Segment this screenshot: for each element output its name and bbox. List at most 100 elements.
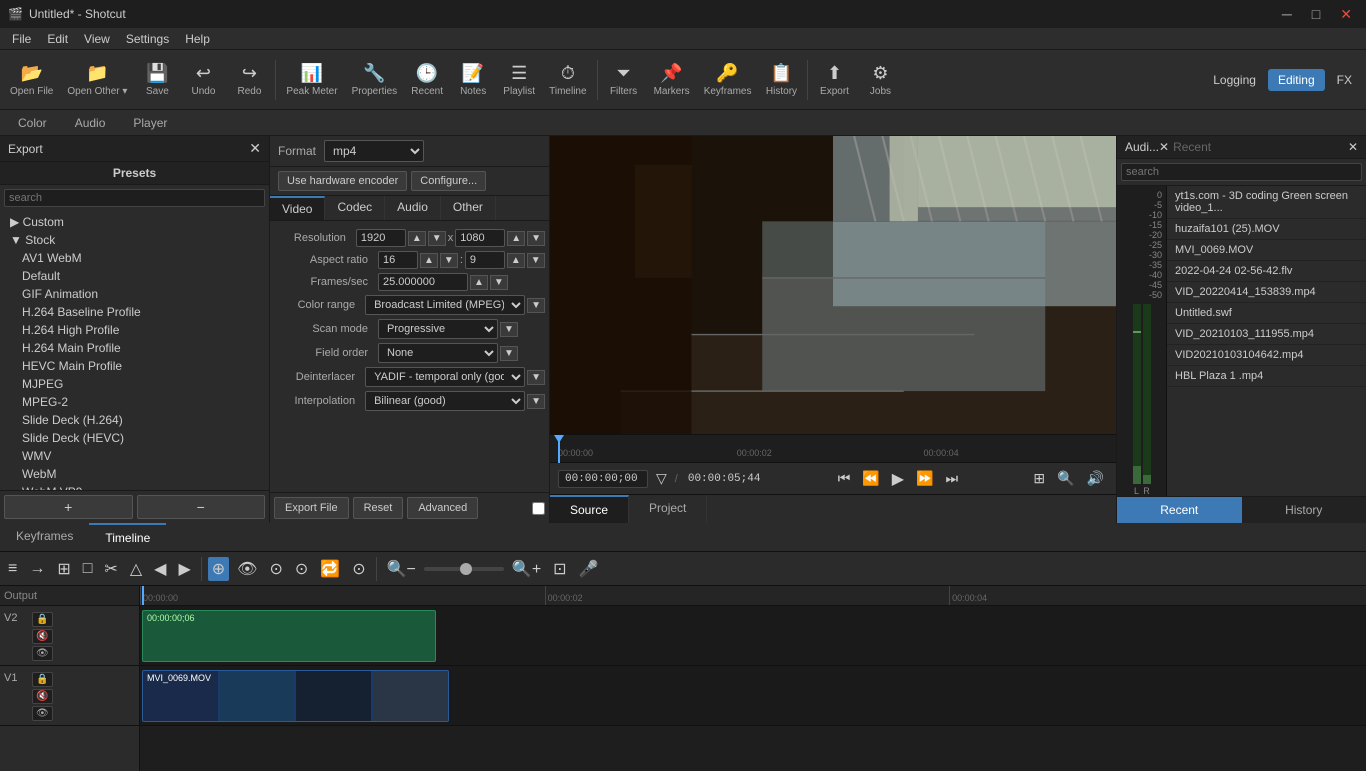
export-close-icon[interactable]: ✕	[249, 140, 261, 157]
tree-item-h264base[interactable]: H.264 Baseline Profile	[2, 303, 267, 321]
v2-clip[interactable]: 00:00:00;06	[142, 610, 436, 662]
format-select[interactable]: mp4	[324, 140, 424, 162]
tl-zoom-out-button[interactable]: 🔍−	[383, 557, 420, 581]
markers-button[interactable]: 📌 Markers	[648, 59, 696, 101]
tree-item-webm[interactable]: WebM	[2, 465, 267, 483]
recent-item-8[interactable]: HBL Plaza 1 .mp4	[1167, 366, 1366, 387]
tree-item-av1webm[interactable]: AV1 WebM	[2, 249, 267, 267]
skip-start-button[interactable]: ⏮	[834, 468, 855, 489]
scan-mode-select[interactable]: Progressive	[378, 319, 498, 339]
presets-search-input[interactable]	[4, 189, 265, 207]
timeline-tab[interactable]: Timeline	[89, 523, 166, 551]
v1-lock-button[interactable]: 🔒	[32, 672, 53, 687]
zoom-button[interactable]: 🔍	[1053, 468, 1078, 489]
skip-end-button[interactable]: ⏭	[942, 468, 963, 489]
menu-help[interactable]: Help	[177, 30, 218, 48]
timeline-button[interactable]: ⏱ Timeline	[543, 59, 592, 101]
properties-button[interactable]: 🔧 Properties	[346, 59, 404, 101]
save-button[interactable]: 💾 Save	[135, 59, 179, 101]
tab-other[interactable]: Other	[441, 196, 496, 220]
player-submode-button[interactable]: Player	[123, 114, 177, 132]
tl-post-roll-button[interactable]: ⊙	[348, 557, 369, 581]
tl-select-button[interactable]: →	[25, 558, 49, 580]
color-range-down[interactable]: ▼	[527, 298, 545, 313]
prev-frame-button[interactable]: ⏪	[858, 468, 883, 489]
tree-item-default[interactable]: Default	[2, 267, 267, 285]
recent-close-icon[interactable]: ✕	[1348, 140, 1358, 154]
recent-item-7[interactable]: VID20210103104642.mp4	[1167, 345, 1366, 366]
tl-ripple-button[interactable]: ⊙	[265, 557, 286, 581]
v2-hide-button[interactable]: 👁	[32, 646, 53, 661]
deinterlacer-select[interactable]: YADIF - temporal only (good)	[365, 367, 525, 387]
resolution-width-input[interactable]	[356, 229, 406, 247]
undo-button[interactable]: ↩ Undo	[181, 59, 225, 101]
configure-button[interactable]: Configure...	[411, 171, 486, 191]
advanced-button[interactable]: Advanced	[407, 497, 478, 519]
volume-button[interactable]: 🔊	[1083, 468, 1108, 489]
tl-zoom-in-button[interactable]: 🔍+	[508, 557, 545, 581]
tree-item-hevc[interactable]: HEVC Main Profile	[2, 357, 267, 375]
v1-mute-button[interactable]: 🔇	[32, 689, 53, 704]
tl-insert-button[interactable]: □	[79, 558, 97, 580]
v1-hide-button[interactable]: 👁	[32, 706, 53, 721]
scan-mode-down[interactable]: ▼	[500, 322, 518, 337]
jobs-button[interactable]: ⚙ Jobs	[858, 59, 902, 101]
export-button[interactable]: ⬆ Export	[812, 59, 856, 101]
aspect-w-input[interactable]	[378, 251, 418, 269]
tree-item-mpeg2[interactable]: MPEG-2	[2, 393, 267, 411]
tl-prev-button[interactable]: ◀	[150, 557, 170, 581]
open-other-button[interactable]: 📁 Open Other ▾	[61, 59, 133, 101]
fps-down[interactable]: ▼	[490, 275, 508, 290]
keyframes-button[interactable]: 🔑 Keyframes	[698, 59, 758, 101]
audio-close-icon[interactable]: ✕	[1159, 140, 1169, 154]
tl-multitrack-button[interactable]: ⊞	[53, 557, 74, 581]
playlist-button[interactable]: ☰ Playlist	[497, 59, 541, 101]
menu-settings[interactable]: Settings	[118, 30, 177, 48]
filters-button[interactable]: ⏷ Filters	[602, 59, 646, 101]
source-tab[interactable]: Source	[550, 495, 629, 523]
tree-item-webmvp9[interactable]: WebM VP9	[2, 483, 267, 490]
menu-edit[interactable]: Edit	[39, 30, 76, 48]
add-preset-button[interactable]: +	[4, 495, 133, 519]
field-order-down[interactable]: ▼	[500, 346, 518, 361]
tl-menu-button[interactable]: ≡	[4, 558, 21, 580]
recent-button[interactable]: 🕒 Recent	[405, 59, 449, 101]
project-tab[interactable]: Project	[629, 495, 707, 523]
tab-video[interactable]: Video	[270, 196, 325, 220]
logging-mode-button[interactable]: Logging	[1203, 69, 1266, 91]
export-file-button[interactable]: Export File	[274, 497, 349, 519]
zoom-slider[interactable]	[424, 561, 504, 577]
interpolation-select[interactable]: Bilinear (good)	[365, 391, 525, 411]
tree-item-gif[interactable]: GIF Animation	[2, 285, 267, 303]
tree-item-slidehevc[interactable]: Slide Deck (HEVC)	[2, 429, 267, 447]
tl-next-button[interactable]: ▶	[174, 557, 194, 581]
tl-scrub-button[interactable]: 👁	[233, 557, 261, 581]
v2-lock-button[interactable]: 🔒	[32, 612, 53, 627]
tab-codec[interactable]: Codec	[325, 196, 385, 220]
tree-item-mjpeg[interactable]: MJPEG	[2, 375, 267, 393]
tree-item-custom[interactable]: ▶ Custom	[2, 213, 267, 231]
export-checkbox[interactable]	[532, 502, 545, 515]
color-range-select[interactable]: Broadcast Limited (MPEG)	[365, 295, 525, 315]
resolution-width-down[interactable]: ▼	[428, 231, 446, 246]
tl-zoom-fit-button[interactable]: ⊡	[549, 557, 570, 581]
recent-item-4[interactable]: VID_20220414_153839.mp4	[1167, 282, 1366, 303]
audio-submode-button[interactable]: Audio	[65, 114, 116, 132]
aspect-w-down[interactable]: ▼	[440, 253, 458, 268]
recent-item-2[interactable]: MVI_0069.MOV	[1167, 240, 1366, 261]
fx-mode-button[interactable]: FX	[1327, 69, 1362, 91]
tl-loop-button[interactable]: 🔁	[316, 557, 344, 581]
aspect-h-input[interactable]	[465, 251, 505, 269]
redo-button[interactable]: ↪ Redo	[227, 59, 271, 101]
recent-item-6[interactable]: VID_20210103_111955.mp4	[1167, 324, 1366, 345]
field-order-select[interactable]: None	[378, 343, 498, 363]
grid-button[interactable]: ⊞	[1029, 468, 1049, 489]
right-search-input[interactable]	[1121, 163, 1362, 181]
recent-item-5[interactable]: Untitled.swf	[1167, 303, 1366, 324]
minimize-button[interactable]: ─	[1276, 6, 1298, 23]
v2-mute-button[interactable]: 🔇	[32, 629, 53, 644]
keyframes-tab[interactable]: Keyframes	[0, 523, 89, 551]
aspect-h-down[interactable]: ▼	[527, 253, 545, 268]
close-button[interactable]: ✕	[1334, 6, 1358, 23]
next-frame-button[interactable]: ⏩	[912, 468, 937, 489]
